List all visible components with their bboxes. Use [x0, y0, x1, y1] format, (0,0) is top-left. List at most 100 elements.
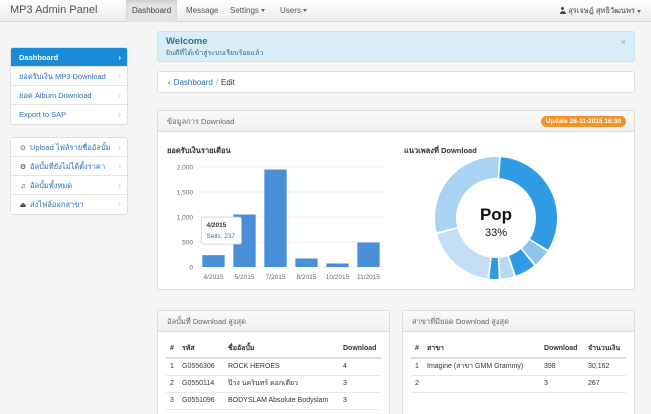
nav-users-label: Users: [280, 6, 301, 15]
chevron-left-icon: ‹: [168, 78, 171, 87]
table-cell: ป๊าง นครินทร์ ดอกเดียว: [224, 375, 339, 393]
y-tick-label: 2,000: [177, 165, 194, 172]
chevron-down-icon: [260, 9, 265, 13]
y-tick-label: 0: [189, 265, 193, 272]
bar: [202, 255, 225, 267]
panel-heading: ข้อมูลการ Download Update 28-11-2015 16:…: [158, 111, 634, 132]
table-cell: 1: [166, 358, 178, 376]
nav-settings-label: Settings: [230, 6, 259, 15]
column-header: ชื่ออัลบั้ม: [224, 340, 339, 359]
download-info-panel: ข้อมูลการ Download Update 28-11-2015 16:…: [157, 110, 635, 290]
table-cell: 3: [166, 392, 178, 410]
nav-dashboard[interactable]: Dashboard: [126, 0, 178, 22]
sidebar-item-send-branch[interactable]: ⏏ ส่งไฟล์ออกสาขา ›: [11, 195, 127, 214]
send-icon: ⏏: [19, 202, 27, 209]
genre-donut-chart: Pop 33%: [435, 157, 557, 279]
chevron-right-icon: ›: [118, 162, 121, 171]
nav-settings[interactable]: Settings: [224, 0, 271, 22]
table-header-row: # สาขา Download จำนวนเงิน: [411, 340, 626, 359]
x-tick-label: 11/2015: [357, 274, 380, 281]
sidebar-item-label: ยอดรับเงิน MP3 Download: [19, 72, 106, 81]
welcome-alert: Welcome ยินดีที่ได้เข้าสู่ระบบเรียบร้อยแ…: [157, 31, 635, 62]
column-header: #: [166, 340, 178, 359]
sidebar-item-dashboard[interactable]: Dashboard ›: [11, 48, 127, 67]
x-tick-label: 5/2015: [235, 274, 255, 281]
donut-slice: [499, 157, 557, 250]
sidebar-item-unpriced[interactable]: ⚙ อัลบั้มที่ยังไม่ได้ตั้งราคา ›: [11, 157, 127, 176]
sidebar-item-label: Export to SAP: [19, 110, 67, 119]
table-row: 1 Imagine (สาขา GMM Grammy) 398 30,162: [411, 358, 626, 376]
donut-slice: [489, 257, 499, 279]
x-tick-label: 10/2015: [326, 274, 350, 281]
top-albums-table: # รหัส ชื่ออัลบั้ม Download 1 G0556306 R…: [166, 340, 381, 410]
sidebar-item-label: อัลบั้มทั้งหมด: [30, 181, 73, 190]
sidebar-item-label: Upload ไฟล์รายชื่ออัลบั้ม: [30, 143, 111, 152]
column-header: Download: [540, 340, 584, 359]
table-cell: 3: [339, 375, 381, 393]
sidebar-menu-albums: ⊙ Upload ไฟล์รายชื่ออัลบั้ม › ⚙ อัลบั้มที่ย…: [10, 137, 128, 215]
table-cell: 398: [540, 358, 584, 376]
table-cell: 2: [166, 375, 178, 393]
chevron-right-icon: ›: [118, 72, 121, 81]
bar: [264, 169, 287, 267]
panel-title: อัลบั้มที่ Download สูงสุด: [167, 317, 246, 326]
y-tick-label: 1,000: [177, 215, 194, 222]
close-icon[interactable]: ×: [621, 37, 626, 47]
bar: [357, 242, 380, 267]
alert-message: ยินดีที่ได้เข้าสู่ระบบเรียบร้อยแล้ว: [166, 50, 264, 57]
table-cell: G0550114: [178, 375, 224, 393]
chevron-right-icon: ›: [118, 53, 121, 62]
breadcrumb: ‹ Dashboard / Edit: [157, 71, 635, 93]
top-navbar: MP3 Admin Panel Dashboard Message Settin…: [0, 0, 651, 22]
table-cell: Imagine (สาขา GMM Grammy): [423, 358, 540, 376]
alert-title: Welcome: [166, 36, 208, 47]
bar: [326, 263, 349, 267]
nav-users[interactable]: Users: [274, 0, 313, 22]
sidebar-item-label: ยอด Album Download: [19, 91, 92, 100]
table-cell: BODYSLAM Absolute Bodyslam: [224, 392, 339, 410]
x-tick-label: 8/2015: [297, 274, 317, 281]
chevron-down-icon: [302, 9, 307, 13]
table-cell: 3: [339, 392, 381, 410]
top-branches-table: # สาขา Download จำนวนเงิน 1 Imagine (สาข…: [411, 340, 626, 393]
table-row: 2 G0550114 ป๊าง นครินทร์ ดอกเดียว 3: [166, 375, 381, 393]
table-row: 3 G0551096 BODYSLAM Absolute Bodyslam 3: [166, 392, 381, 410]
column-header: Download: [339, 340, 381, 359]
chevron-down-icon: [637, 9, 641, 13]
user-menu[interactable]: สุรเจษฎ์ สุทธิวัฒนพร: [559, 0, 641, 22]
chevron-right-icon: ›: [118, 200, 121, 209]
breadcrumb-parent[interactable]: ‹ Dashboard: [168, 78, 213, 87]
tooltip-category: 4/2015: [207, 222, 227, 229]
sidebar-item-export-sap[interactable]: Export to SAP ›: [11, 105, 127, 124]
sidebar-item-mp3-income[interactable]: ยอดรับเงิน MP3 Download ›: [11, 67, 127, 86]
table-cell: 2: [411, 375, 423, 393]
sidebar-item-upload[interactable]: ⊙ Upload ไฟล์รายชื่ออัลบั้ม ›: [11, 138, 127, 157]
x-tick-label: 4/2015: [204, 274, 224, 281]
chevron-right-icon: ›: [118, 181, 121, 190]
table-row: 1 G0556306 ROCK HEROES 4: [166, 358, 381, 376]
sidebar-item-label: Dashboard: [19, 53, 59, 62]
bar-chart-title: ยอดรับเงินรายเดือน: [167, 146, 231, 155]
brand-title[interactable]: MP3 Admin Panel: [10, 4, 97, 16]
column-header: สาขา: [423, 340, 540, 359]
table-cell: G0551096: [178, 392, 224, 410]
table-cell: ROCK HEROES: [224, 358, 339, 376]
sidebar-item-all-albums[interactable]: ♫ อัลบั้มทั้งหมด ›: [11, 176, 127, 195]
donut-center-value: 33%: [485, 227, 507, 239]
top-albums-panel: อัลบั้มที่ Download สูงสุด # รหัส ชื่ออั…: [157, 310, 390, 414]
nav-message[interactable]: Message: [180, 0, 224, 22]
panel-title: ข้อมูลการ Download: [167, 117, 235, 126]
column-header: #: [411, 340, 423, 359]
column-header: รหัส: [178, 340, 224, 359]
monthly-income-bar-chart: 0 500 1,000 1,500 2,000 4/2015 5/2015 7/2015 8/2…: [177, 165, 384, 281]
tooltip-value: Sells: 237: [207, 233, 236, 240]
tag-icon: ⚙: [19, 164, 27, 171]
breadcrumb-parent-label: Dashboard: [173, 78, 213, 87]
top-branches-panel: สาขาที่มียอด Download สูงสุด # สาขา Down…: [402, 310, 635, 414]
y-tick-label: 500: [182, 240, 193, 247]
donut-center-label: Pop: [480, 205, 512, 224]
x-tick-label: 7/2015: [266, 274, 286, 281]
sidebar-item-album-download[interactable]: ยอด Album Download ›: [11, 86, 127, 105]
chevron-right-icon: ›: [118, 91, 121, 100]
chevron-right-icon: ›: [118, 110, 121, 119]
